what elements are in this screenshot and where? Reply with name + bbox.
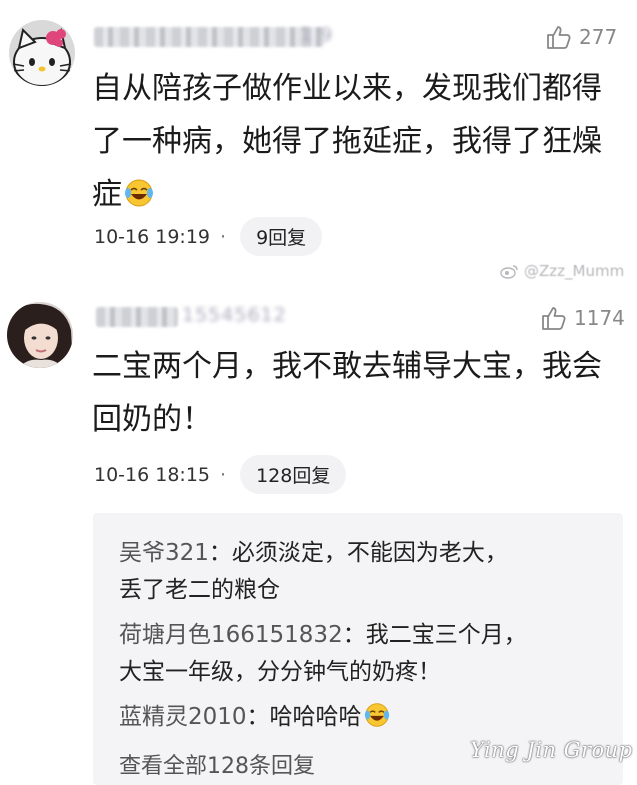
reply-separator: ： [246,704,270,730]
comment-text: 二宝两个月，我不敢去辅导大宝，我会 回奶的！ [92,340,622,446]
reply-text: 我二宝三个月， [365,622,527,648]
reply-continuation: 丢了老二的粮仓 [119,577,280,603]
like-count: 277 [579,25,618,49]
comment-time: 10-16 18:15 [94,463,211,486]
comment-time: 10-16 19:19 [94,225,211,248]
like-button[interactable]: 277 [546,24,617,50]
comment-line: 了一种病，她得了拖延症，我得了狂燥 [92,124,602,159]
username: 1 9 [300,24,334,46]
comment-2: 15545612 1174 二宝两个月，我不敢去辅导大宝，我会 回奶的！ 10-… [0,285,637,510]
comment-line: 自从陪孩子做作业以来，发现我们都得 [92,71,602,106]
like-count: 1174 [574,306,625,330]
username: 15545612 [182,304,287,326]
thumbs-up-icon [547,26,571,49]
replies-button[interactable]: 128回复 [240,455,347,494]
username-blurred[interactable] [96,307,178,327]
see-all-replies-link[interactable]: 查看全部128条回复 [119,748,315,780]
username-blurred[interactable] [94,27,324,47]
reply-separator: ： [342,622,366,648]
like-button[interactable]: 1174 [541,305,625,331]
comment-line: 二宝两个月，我不敢去辅导大宝，我会 [92,349,602,384]
reply-author[interactable]: 吴爷321 [119,540,209,566]
comment-meta: 10-16 18:15 · 128回复 [94,455,347,494]
meta-separator: · [220,225,227,248]
reply-continuation: 大宝一年级，分分钟气的奶疼！ [119,659,441,685]
thumbs-up-icon [542,307,566,330]
meta-separator: · [220,463,227,486]
reply-item[interactable]: 吴爷321：必须淡定，不能因为老大， [119,535,508,572]
weibo-icon [500,265,518,279]
laugh-cry-emoji-icon [364,703,389,727]
comment-1: 1 9 277 自从陪孩子做作业以来，发现我们都得 了一种病，她得了拖延症，我得… [0,0,637,262]
reply-separator: ： [208,540,232,566]
comment-meta: 10-16 19:19 · 9回复 [94,217,323,256]
reply-text: 必须淡定，不能因为老大， [231,540,508,566]
comment-text: 自从陪孩子做作业以来，发现我们都得 了一种病，她得了拖延症，我得了狂燥 症 [92,62,622,221]
reply-text: 哈哈哈哈 [269,704,362,730]
hello-kitty-icon [9,20,75,86]
watermark: @Zzz_Mumm [500,262,624,280]
reply-author[interactable]: 蓝精灵2010 [119,704,247,730]
comment-line: 症 [92,168,622,221]
reply-item[interactable]: 蓝精灵2010：哈哈哈哈 [119,699,390,736]
comment-line: 回奶的！ [92,402,212,437]
reply-author[interactable]: 荷塘月色166151832 [119,622,343,648]
replies-button[interactable]: 9回复 [240,217,323,256]
watermark-handle: @Zzz_Mumm [524,262,625,280]
avatar[interactable] [9,20,75,86]
woman-portrait-icon [7,302,73,368]
reply-item[interactable]: 荷塘月色166151832：我二宝三个月， [119,617,527,654]
avatar[interactable] [7,302,73,368]
brand-watermark: Ying Jin Group [470,738,633,762]
comment-line-text: 症 [92,177,122,212]
laugh-cry-emoji-icon [125,179,153,207]
